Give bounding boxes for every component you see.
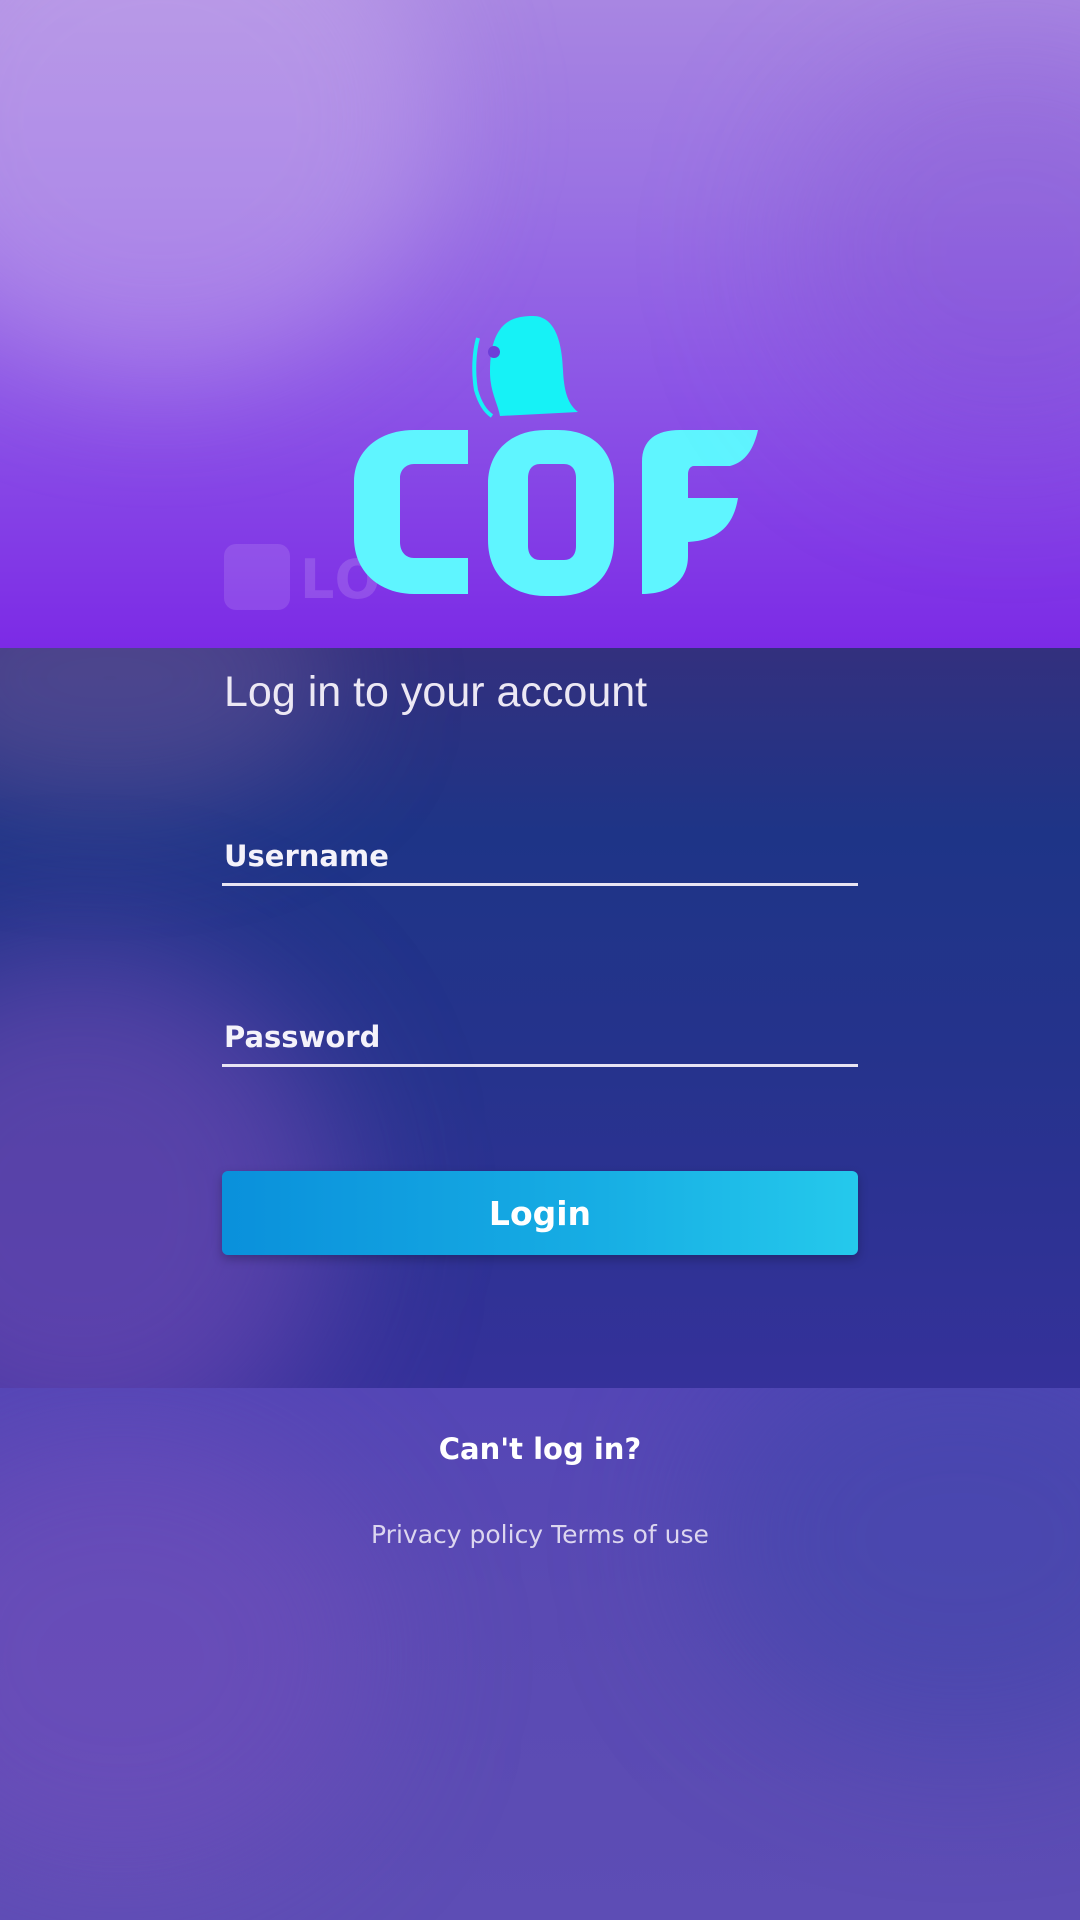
cant-login-link[interactable]: Can't log in?: [0, 1432, 1080, 1466]
privacy-policy-link[interactable]: Privacy policy: [371, 1520, 543, 1549]
username-field-wrapper: [222, 828, 858, 888]
cof-logo: [354, 316, 758, 596]
page-title: Log in to your account: [224, 668, 648, 716]
background-mark: [224, 544, 290, 610]
username-input[interactable]: [222, 828, 858, 886]
login-button[interactable]: Login: [222, 1171, 858, 1255]
footer: Can't log in? Privacy policy Terms of us…: [0, 1388, 1080, 1920]
legal-links: Privacy policy Terms of use: [0, 1520, 1080, 1549]
password-field-wrapper: [222, 1009, 858, 1069]
terms-of-use-link[interactable]: Terms of use: [551, 1520, 709, 1549]
password-input[interactable]: [222, 1009, 858, 1067]
hero-banner: LO: [0, 0, 1080, 648]
login-panel: Log in to your account Login: [0, 648, 1080, 1388]
